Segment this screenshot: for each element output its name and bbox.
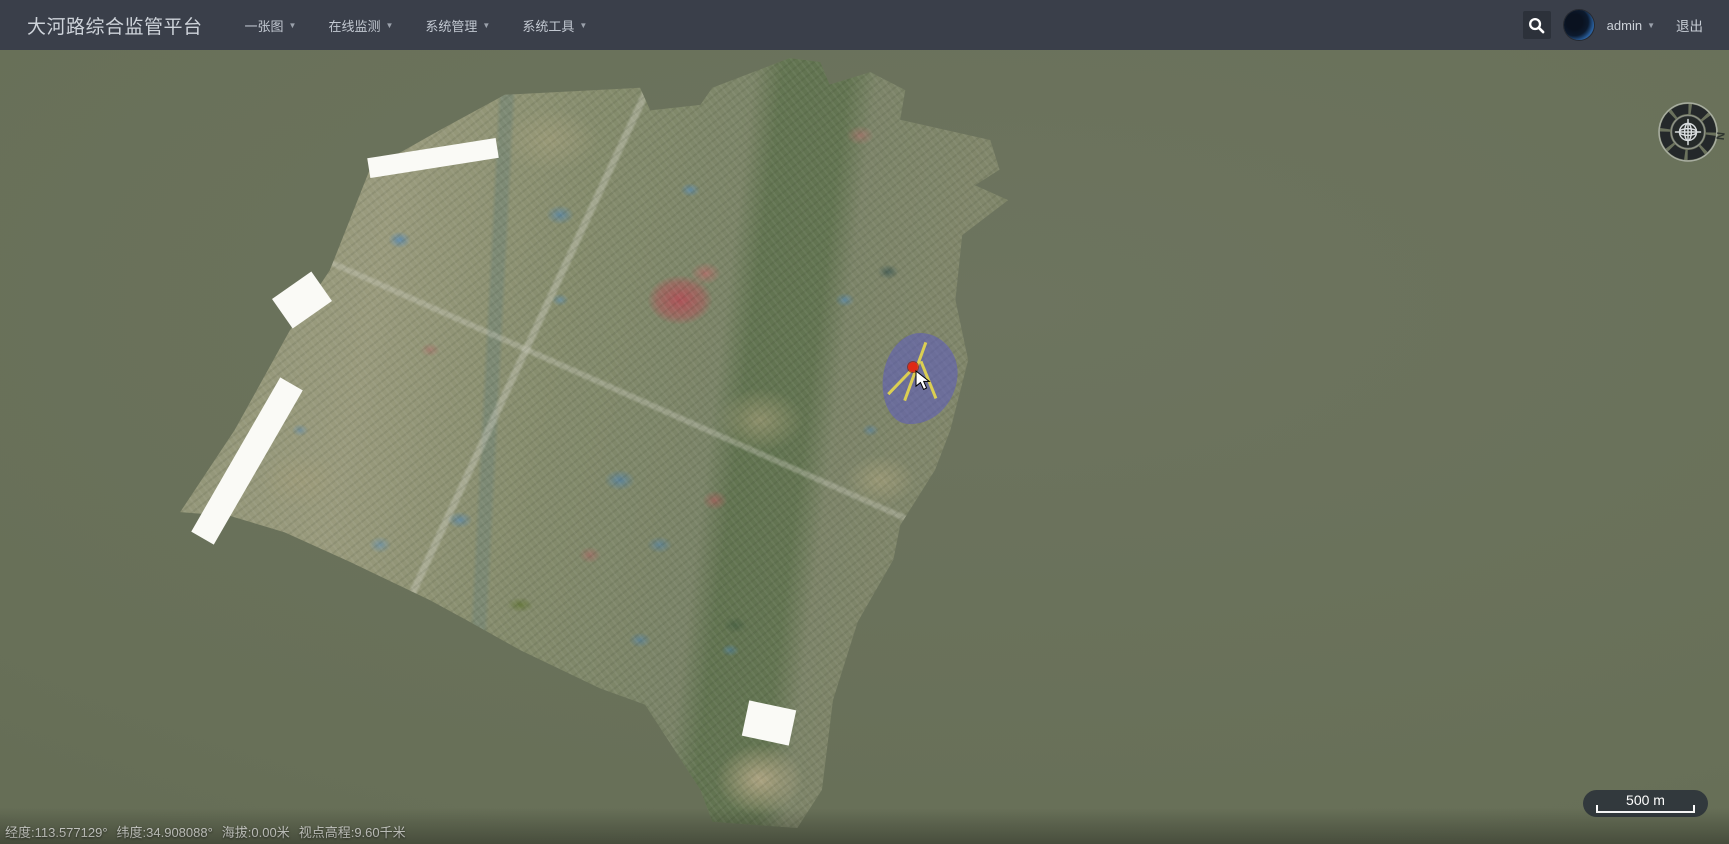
- menu-label: 在线监测: [328, 16, 380, 35]
- search-icon: [1528, 17, 1545, 34]
- chevron-down-icon: ▼: [482, 22, 490, 30]
- chevron-down-icon: ▼: [1647, 22, 1655, 30]
- compass-control[interactable]: N: [1650, 94, 1726, 170]
- mouse-cursor: [915, 370, 935, 392]
- username: admin: [1607, 18, 1642, 33]
- app-window: 大河路综合监管平台 一张图 ▼ 在线监测 ▼ 系统管理 ▼ 系统工具 ▼: [0, 0, 1729, 844]
- altitude-readout: 海拔:0.00米: [222, 822, 290, 841]
- menu-online-monitoring[interactable]: 在线监测 ▼: [316, 8, 405, 43]
- view-height-readout: 视点高程:9.60千米: [299, 822, 406, 841]
- chevron-down-icon: ▼: [579, 22, 587, 30]
- scale-bar: 500 m: [1583, 790, 1708, 817]
- latitude-readout: 纬度:34.908088°: [117, 822, 213, 841]
- navbar-right-group: admin ▼ 退出: [1523, 10, 1703, 40]
- chevron-down-icon: ▼: [385, 22, 393, 30]
- avatar[interactable]: [1564, 10, 1594, 40]
- longitude-readout: 经度:113.577129°: [5, 822, 108, 841]
- aerial-imagery-mesh[interactable]: [170, 55, 1020, 835]
- logout-button[interactable]: 退出: [1676, 15, 1703, 35]
- menu-system-tools[interactable]: 系统工具 ▼: [510, 8, 599, 43]
- app-title: 大河路综合监管平台: [27, 12, 203, 39]
- menu-one-map[interactable]: 一张图 ▼: [233, 8, 309, 43]
- user-menu[interactable]: admin ▼: [1607, 18, 1655, 33]
- top-navbar: 大河路综合监管平台 一张图 ▼ 在线监测 ▼ 系统管理 ▼ 系统工具 ▼: [0, 0, 1729, 50]
- menu-system-management[interactable]: 系统管理 ▼: [413, 8, 502, 43]
- north-indicator: N: [1713, 131, 1726, 140]
- menu-label: 系统管理: [425, 16, 477, 35]
- coordinate-status-bar: 经度:113.577129° 纬度:34.908088° 海拔:0.00米 视点…: [5, 822, 406, 841]
- menu-label: 系统工具: [522, 16, 574, 35]
- menu-label: 一张图: [245, 16, 284, 35]
- scale-line: [1596, 805, 1695, 813]
- chevron-down-icon: ▼: [289, 22, 297, 30]
- north-label: N: [1713, 131, 1726, 140]
- map-viewport[interactable]: N 500 m 经度:113.577129° 纬度:34.908088° 海拔:…: [0, 50, 1729, 844]
- main-menu: 一张图 ▼ 在线监测 ▼ 系统管理 ▼ 系统工具 ▼: [233, 8, 608, 43]
- search-button[interactable]: [1523, 11, 1551, 39]
